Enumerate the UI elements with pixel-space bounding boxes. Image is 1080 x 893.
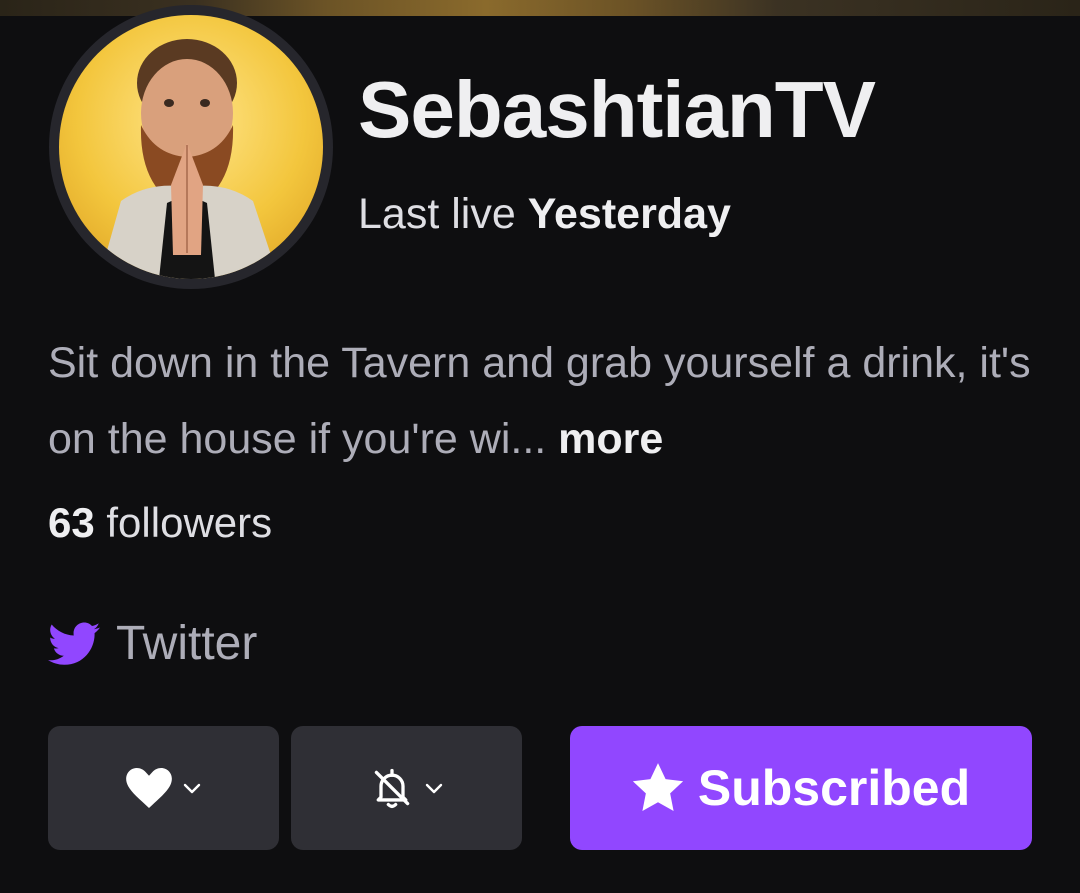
chevron-down-icon: [183, 783, 200, 794]
star-icon: [632, 763, 683, 811]
last-live-status: Last live Yesterday: [358, 193, 731, 236]
bio-text: Sit down in the Tavern and grab yourself…: [48, 339, 1031, 463]
channel-name: SebashtianTV: [358, 65, 876, 154]
avatar-photo-icon: [99, 39, 279, 279]
subscribe-button[interactable]: Subscribed: [570, 726, 1032, 850]
avatar[interactable]: [49, 5, 333, 289]
avatar-image: [59, 15, 323, 279]
channel-page: SebashtianTV Last live Yesterday Sit dow…: [0, 0, 1080, 893]
subscribe-label: Subscribed: [697, 760, 971, 816]
bio-more-link[interactable]: more: [558, 415, 663, 463]
follower-count: 63 followers: [48, 502, 272, 544]
channel-bio: Sit down in the Tavern and grab yourself…: [48, 325, 1048, 477]
last-live-value: Yesterday: [527, 190, 731, 238]
last-live-label: Last live: [358, 190, 516, 238]
follower-count-label: followers: [106, 499, 273, 546]
follow-button[interactable]: [48, 726, 279, 850]
social-link-label: Twitter: [116, 617, 258, 670]
bell-off-icon: [374, 768, 409, 808]
follower-count-number: 63: [48, 499, 95, 546]
social-link-twitter[interactable]: Twitter: [48, 614, 257, 674]
heart-icon: [125, 768, 172, 808]
notification-button[interactable]: [291, 726, 522, 850]
chevron-down-icon: [425, 783, 442, 794]
twitter-icon: [48, 622, 100, 665]
